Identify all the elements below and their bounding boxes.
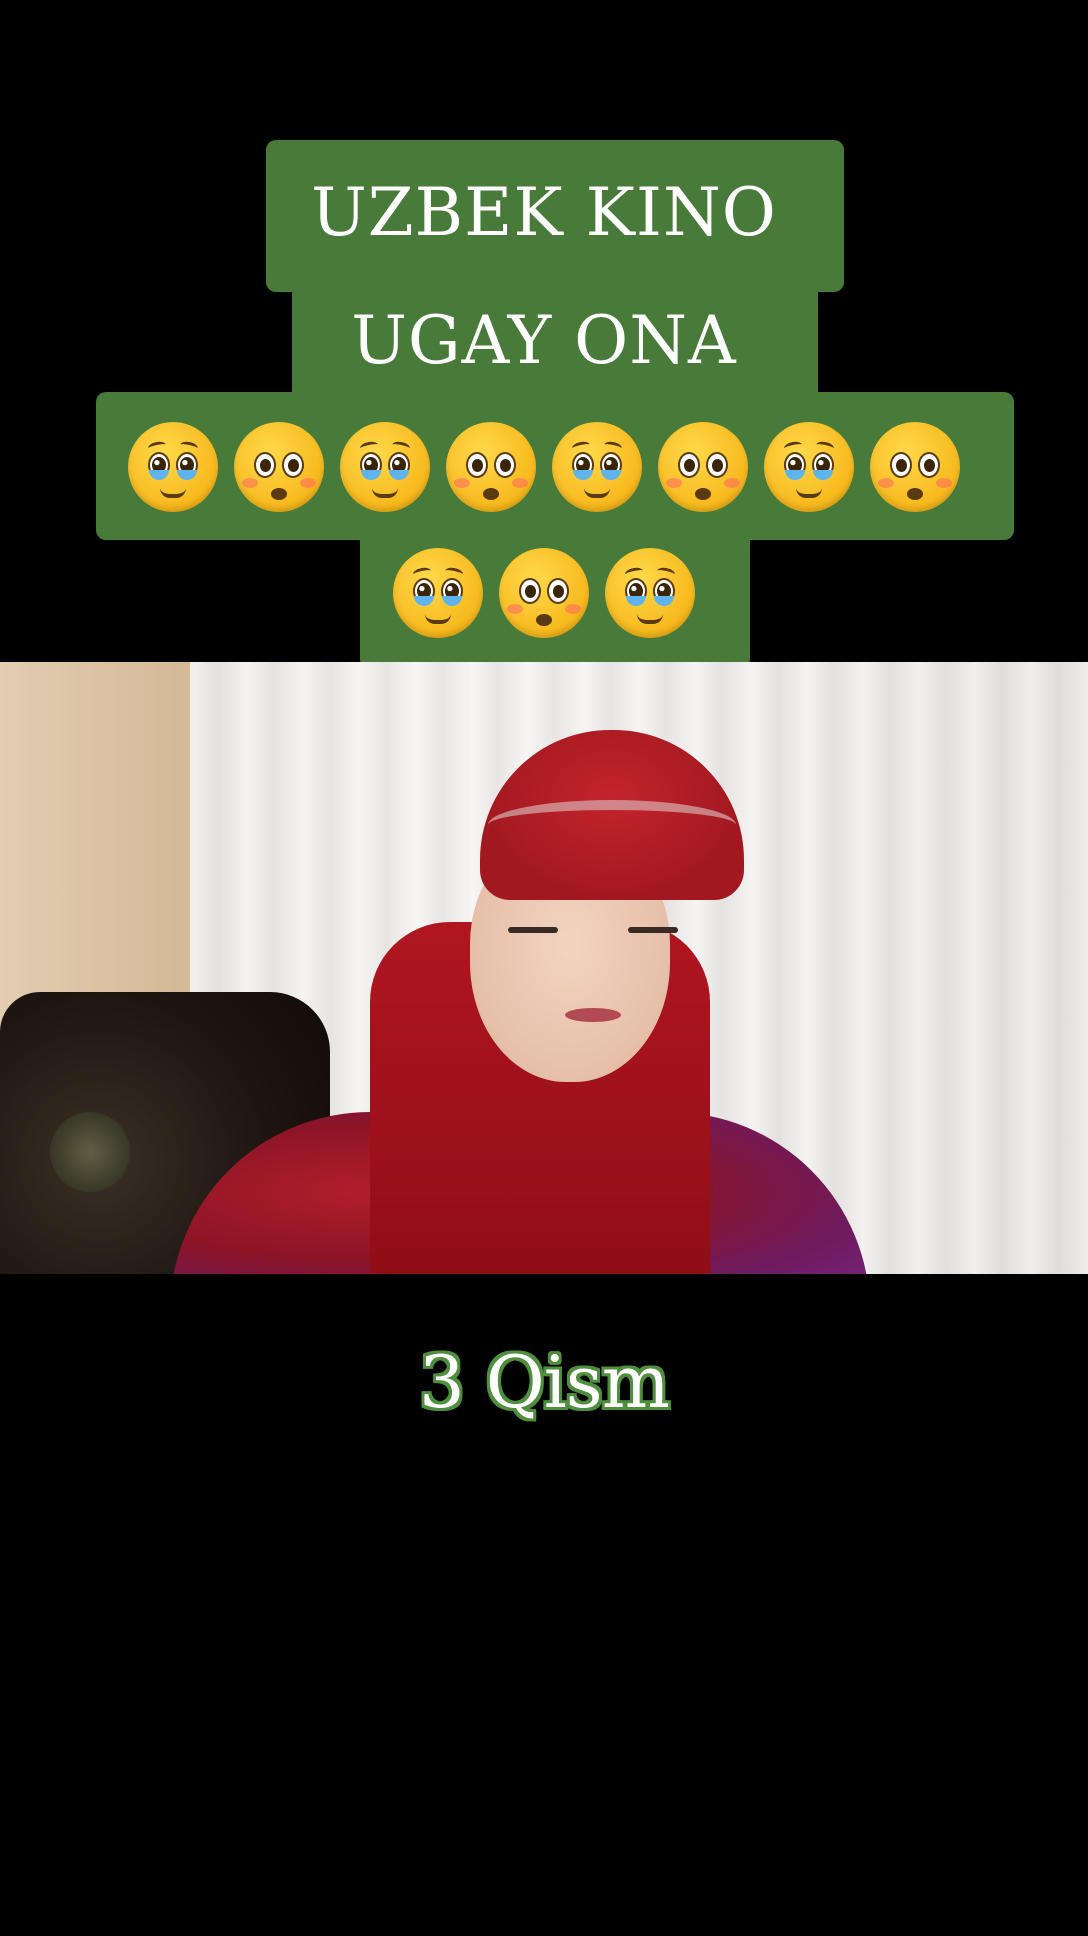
pleading-face-icon: [605, 548, 695, 638]
woman-figure: [170, 722, 890, 1274]
title-line-2: UGAY ONA: [351, 302, 737, 379]
flushed-face-icon: [658, 422, 748, 512]
pleading-face-icon: [128, 422, 218, 512]
episode-label: 3 Qism: [419, 1340, 670, 1424]
flushed-face-icon: [234, 422, 324, 512]
video-frame[interactable]: [0, 662, 1088, 1274]
flushed-face-icon: [499, 548, 589, 638]
emoji-row-1: [0, 422, 1088, 512]
pleading-face-icon: [340, 422, 430, 512]
pleading-face-icon: [552, 422, 642, 512]
title-overlay: UZBEK KINO UGAY ONA: [0, 0, 1088, 670]
eyebrows: [508, 927, 678, 947]
red-headwear: [480, 730, 744, 900]
pleading-face-icon: [764, 422, 854, 512]
pleading-face-icon: [393, 548, 483, 638]
title-line-1: UZBEK KINO: [311, 174, 777, 251]
flushed-face-icon: [446, 422, 536, 512]
lips: [565, 1008, 621, 1022]
flushed-face-icon: [870, 422, 960, 512]
emoji-row-2: [0, 548, 1088, 638]
